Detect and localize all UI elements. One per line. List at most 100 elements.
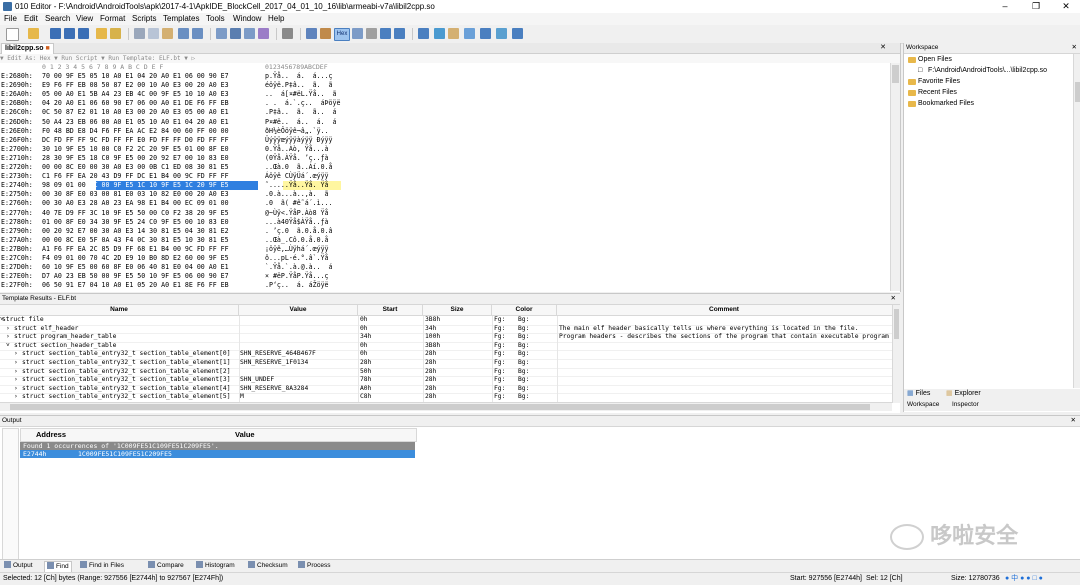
row-hex-bytes[interactable]: 01 00 8F E0 34 30 9F E5 24 C0 9F E5 00 1…	[42, 218, 260, 227]
menu-file[interactable]: File	[4, 14, 17, 24]
template-hscrollbar[interactable]	[0, 402, 892, 411]
hex-row[interactable]: E:2700h: 30 10 9F E5 10 00 C0 F2 2C 20 9F…	[0, 145, 890, 154]
hex-row[interactable]: E:2680h: 70 00 9F E5 05 10 A0 E1 04 20 A0…	[0, 72, 890, 81]
row-ascii[interactable]: .0.à...à..‚à. ã	[265, 190, 345, 199]
open-project-icon[interactable]	[96, 28, 107, 39]
hex-row[interactable]: E:26F0h: DC FD FF FF 9C FD FF FF E0 FD FF…	[0, 136, 890, 145]
expand-arrow-icon[interactable]: ˅	[6, 342, 10, 351]
bookmarked-files-item[interactable]: Bookmarked Files	[918, 99, 974, 108]
search-result-row[interactable]: E2744h 1C009FE51C109FE51C209FE5	[20, 450, 415, 458]
hex-rows[interactable]: E:2680h: 70 00 9F E5 05 10 A0 E1 04 20 A0…	[0, 72, 890, 290]
hex-row[interactable]: E:26E0h: F0 48 BD E8 D4 F6 FF EA AC E2 84…	[0, 127, 890, 136]
row-ascii[interactable]: .P‡â.. ã. ã.. á	[265, 108, 345, 117]
close-icon[interactable]	[110, 28, 121, 39]
menu-search[interactable]: Search	[45, 14, 70, 24]
col-value[interactable]: Value	[235, 429, 255, 441]
replace-icon[interactable]	[230, 28, 241, 39]
expand-arrow-icon[interactable]: ›	[14, 376, 18, 385]
paragraph-icon[interactable]	[366, 28, 377, 39]
hex-row[interactable]: E:2790h: 00 20 92 E7 00 30 A0 E3 14 30 81…	[0, 227, 890, 236]
row-ascii[interactable]: P¤#ë.. á.. á. á	[265, 118, 345, 127]
found-summary-row[interactable]: Found 1 occurrences of '1C009FE51C109FE5…	[20, 442, 415, 450]
undo-icon[interactable]	[178, 28, 189, 39]
row-ascii[interactable]: .. á[¤#ëL.Ÿå.. ã	[265, 90, 345, 99]
tab-inspector[interactable]: Inspector	[952, 400, 979, 409]
redo-icon[interactable]	[192, 28, 203, 39]
scroll-thumb[interactable]	[10, 404, 870, 410]
row-ascii[interactable]: p.Ÿå.. á. á...ç	[265, 72, 345, 81]
tab-workspace[interactable]: Workspace	[907, 400, 939, 409]
row-ascii[interactable]: .0 ã( #ê˜á´.ì...	[265, 199, 345, 208]
col-address[interactable]: Address	[36, 429, 66, 441]
row-hex-bytes[interactable]: 30 10 9F E5 10 00 C0 F2 2C 20 9F E5 01 0…	[42, 145, 260, 154]
menu-window[interactable]: Window	[233, 14, 261, 24]
find-icon[interactable]	[216, 28, 227, 39]
hex-row[interactable]: E:27F0h: 06 50 91 E7 04 10 A0 E1 05 20 A0…	[0, 281, 890, 290]
inspector-icon[interactable]	[434, 28, 445, 39]
menu-help[interactable]: Help	[268, 14, 284, 24]
row-hex-bytes[interactable]: F4 09 01 00 70 4C 2D E9 10 B0 8D E2 60 0…	[42, 254, 260, 263]
row-hex-bytes[interactable]: 00 00 8C E0 5F 0A 43 F4 0C 30 81 E5 10 3…	[42, 236, 260, 245]
hex-row[interactable]: E:2770h: 40 7E D9 FF 3C 10 9F E5 50 00 C0…	[0, 209, 890, 218]
row-hex-bytes[interactable]: 00 30 A0 E3 28 A0 23 EA 98 E1 B4 00 EC 0…	[42, 199, 260, 208]
menu-view[interactable]: View	[76, 14, 93, 24]
text-mode-icon[interactable]	[306, 28, 317, 39]
settings-icon[interactable]	[512, 28, 523, 39]
row-ascii[interactable]: Üýÿÿœýÿÿàýÿÿ Ðýÿÿ	[265, 136, 345, 145]
tab-histogram[interactable]: Histogram	[196, 561, 235, 571]
cut-icon[interactable]	[134, 28, 145, 39]
row-hex-bytes[interactable]: 05 00 A0 E1 5B A4 23 EB 4C 00 9F E5 10 1…	[42, 90, 260, 99]
row-hex-bytes[interactable]: 00 30 8F E0 03 00 81 E0 03 10 82 E0 00 2…	[42, 190, 260, 199]
hex-row[interactable]: E:27B0h: A1 F6 FF EA 2C 85 D9 FF 68 E1 B4…	[0, 245, 890, 254]
menu-templates[interactable]: Templates	[163, 14, 199, 24]
expand-arrow-icon[interactable]: ›	[14, 368, 18, 377]
workspace-scrollbar[interactable]	[1073, 54, 1080, 388]
col-name[interactable]: Name	[0, 305, 239, 315]
row-hex-bytes[interactable]: D7 A0 23 EB 50 00 9F E5 50 10 9F E5 06 0…	[42, 272, 260, 281]
row-ascii[interactable]: ...à40Ÿå$ÀŸå..ƒà	[265, 218, 345, 227]
row-ascii[interactable]: éöÿë.P‡â.. ã. ã	[265, 81, 345, 90]
scroll-thumb[interactable]	[1075, 82, 1080, 102]
row-hex-bytes[interactable]: 06 50 91 E7 04 10 A0 E1 05 20 A0 E1 8E F…	[42, 281, 260, 290]
row-ascii[interactable]: .P‘ç.. á. áŽöÿë	[265, 281, 345, 290]
row-hex-bytes[interactable]: 00 00 8C E0 00 30 A0 E3 00 0B C1 ED 08 3…	[42, 163, 260, 172]
hex-bytes-unselected[interactable]: 98 09 01 00	[42, 181, 90, 189]
scroll-thumb[interactable]	[892, 65, 899, 83]
col-size[interactable]: Size	[423, 305, 492, 315]
row-hex-bytes[interactable]: 04 20 A0 E1 06 60 90 E7 06 00 A0 E1 DE F…	[42, 99, 260, 108]
find-next-icon[interactable]	[244, 28, 255, 39]
goto-icon[interactable]	[258, 28, 269, 39]
menu-scripts[interactable]: Scripts	[132, 14, 156, 24]
hex-row[interactable]: E:26B0h: 04 20 A0 E1 06 60 90 E7 06 00 A0…	[0, 99, 890, 108]
hex-mode-icon[interactable]: Hex	[334, 28, 350, 41]
save-all-icon[interactable]	[78, 28, 89, 39]
row-hex-bytes[interactable]: 50 A4 23 EB 06 00 A0 E1 05 10 A0 E1 04 2…	[42, 118, 260, 127]
expand-arrow-icon[interactable]: ›	[14, 393, 18, 402]
histogram-icon[interactable]	[480, 28, 491, 39]
open-file-path[interactable]: F:\Android\AndroidTools\...\libil2cpp.so	[928, 66, 1047, 75]
recent-files-item[interactable]: Recent Files	[918, 88, 957, 97]
tab-checksum[interactable]: Checksum	[248, 561, 288, 571]
open-files-item[interactable]: Open Files	[918, 55, 952, 64]
row-hex-bytes[interactable]: 70 00 9F E5 05 10 A0 E1 04 20 A0 E1 06 0…	[42, 72, 260, 81]
editor-scrollbar[interactable]	[890, 63, 900, 291]
row-hex-bytes[interactable]: 00 20 92 E7 00 30 A0 E3 14 30 81 E5 04 3…	[42, 227, 260, 236]
save-as-icon[interactable]	[64, 28, 75, 39]
row-hex-bytes[interactable]: 40 7E D9 FF 3C 10 9F E5 50 00 C0 F2 38 2…	[42, 209, 260, 218]
col-value[interactable]: Value	[239, 305, 358, 315]
hex-row[interactable]: E:26A0h: 05 00 A0 E1 5B A4 23 EB 4C 00 9F…	[0, 90, 890, 99]
panel-close-icon[interactable]: ✕	[880, 43, 886, 53]
hex-row[interactable]: E:27D0h: 60 10 9F E5 00 60 8F E0 06 40 81…	[0, 263, 890, 272]
row-hex-bytes[interactable]: 28 30 9F E5 18 C0 9F E5 00 20 92 E7 00 1…	[42, 154, 260, 163]
hex-row[interactable]: E:2690h: E9 F6 FF EB 08 50 87 E2 00 10 A0…	[0, 81, 890, 90]
calculator-icon[interactable]	[418, 28, 429, 39]
row-ascii[interactable]: ¡öÿê,…Ùÿhá´.œýÿÿ	[265, 245, 345, 254]
edit-mode-icon[interactable]	[320, 28, 331, 39]
menu-edit[interactable]: Edit	[24, 14, 38, 24]
editor-options-bar[interactable]: ▼ Edit As: Hex ▼ Run Script ▼ Run Templa…	[0, 54, 900, 63]
insert-mode-icon[interactable]	[352, 28, 363, 39]
tab-find-in-files[interactable]: Find in Files	[80, 561, 124, 571]
hex-row[interactable]: E:27C0h: F4 09 01 00 70 4C 2D E9 10 B0 8D…	[0, 254, 890, 263]
paste-icon[interactable]	[162, 28, 173, 39]
row-ascii[interactable]: ô...pL-é.°.â`.Ÿå	[265, 254, 345, 263]
